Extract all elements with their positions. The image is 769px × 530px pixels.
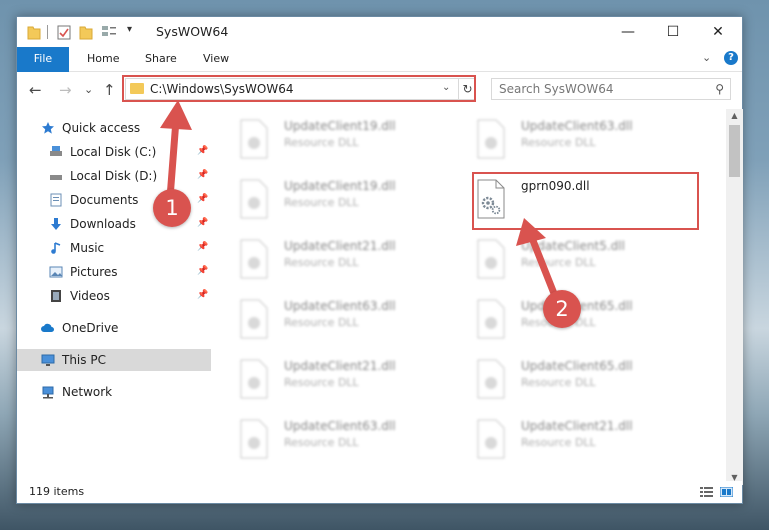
annotation-arrows xyxy=(160,100,559,300)
step-2-badge: 2 xyxy=(543,290,581,328)
step-1-badge: 1 xyxy=(153,189,191,227)
